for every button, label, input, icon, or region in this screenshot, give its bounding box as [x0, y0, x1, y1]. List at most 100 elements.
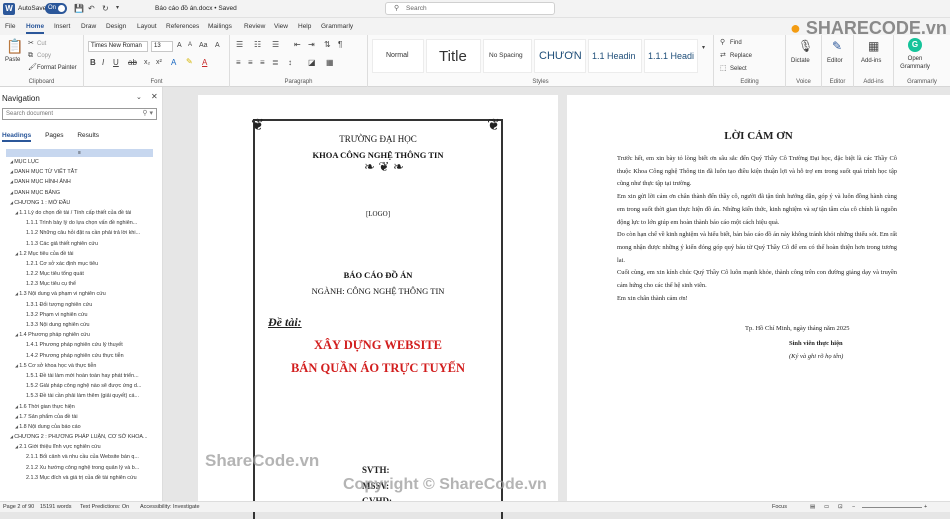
multilevel-list-icon[interactable]: ☰	[272, 41, 279, 49]
zoom-in-icon[interactable]: +	[924, 504, 927, 510]
addins-icon[interactable]: ▦	[868, 40, 879, 52]
line-spacing-icon[interactable]: ↕	[288, 59, 292, 67]
find-icon[interactable]: ⚲	[720, 39, 725, 46]
tab-headings[interactable]: Headings	[2, 132, 32, 142]
dictate-button[interactable]: Dictate	[791, 58, 810, 64]
nav-heading-item[interactable]: 1.5.2 Giải pháp công nghệ nào sẽ được ứn…	[0, 381, 160, 391]
copy-icon[interactable]: ⧉	[28, 52, 33, 59]
nav-heading-item[interactable]: 1.1.3 Các giả thiết nghiên cứu	[0, 239, 160, 249]
select-icon[interactable]: ⬚	[720, 65, 727, 72]
styles-expand-icon[interactable]: ▾	[702, 45, 705, 51]
replace-icon[interactable]: ⇄	[720, 52, 726, 59]
style-normal[interactable]: Normal	[372, 39, 424, 73]
nav-heading-item[interactable]: 1.3 Nội dung và phạm vi nghiên cứu	[0, 289, 160, 299]
open-grammarly-button[interactable]: Open Grammarly	[894, 55, 936, 71]
print-layout-icon[interactable]: ▭	[824, 504, 829, 510]
italic-icon[interactable]: I	[102, 59, 104, 67]
text-predictions[interactable]: Text Predictions: On	[80, 504, 129, 510]
nav-heading-item[interactable]: 1.3.1 Đối tượng nghiên cứu	[0, 300, 160, 310]
nav-heading-item[interactable]: 1.8 Nội dung của báo cáo	[0, 422, 160, 432]
font-size-select[interactable]: 13	[151, 41, 173, 52]
shading-icon[interactable]: ◪	[308, 59, 316, 67]
nav-heading-item[interactable]: 1.4 Phương pháp nghiên cứu	[0, 330, 160, 340]
search-box[interactable]: ⚲ Search	[385, 2, 555, 15]
bullets-icon[interactable]: ☰	[236, 41, 243, 49]
autosave-toggle[interactable]: On	[45, 3, 67, 14]
close-icon[interactable]: ✕	[151, 93, 158, 101]
find-button[interactable]: Find	[730, 40, 742, 46]
dictate-icon[interactable]: 🎙	[798, 40, 813, 52]
nav-heading-item[interactable]: 2.1.1 Bối cảnh và nhu cầu của Website bá…	[0, 452, 160, 462]
font-color-icon[interactable]: A	[202, 59, 207, 67]
select-button[interactable]: Select	[730, 66, 747, 72]
cut-icon[interactable]: ✂	[28, 40, 34, 47]
underline-icon[interactable]: U	[113, 59, 119, 67]
nav-heading-item[interactable]: 1.4.2 Phương pháp nghiên cứu thực tiễn	[0, 351, 160, 361]
tab-file[interactable]: File	[5, 23, 15, 30]
nav-heading-item[interactable]: 2.1.2 Xu hướng công nghệ trong quản lý v…	[0, 463, 160, 473]
nav-heading-item[interactable]: CHƯƠNG 2 : PHƯƠNG PHÁP LUẬN, CƠ SỞ KHOA.…	[0, 432, 160, 442]
tab-view[interactable]: View	[274, 23, 288, 30]
text-effects-icon[interactable]: A	[171, 59, 176, 67]
redo-icon[interactable]: ↻	[102, 4, 109, 13]
paste-icon[interactable]: 📋	[6, 39, 23, 53]
style-heading-3[interactable]: 1.1.1 Headi	[644, 39, 698, 73]
tab-layout[interactable]: Layout	[137, 23, 157, 30]
selected-heading[interactable]: ≡	[6, 149, 153, 157]
change-case-icon[interactable]: Aa	[199, 42, 208, 49]
nav-heading-item[interactable]: 1.5.1 Đề tài làm mới hoàn toàn hay phát …	[0, 371, 160, 381]
tab-pages[interactable]: Pages	[45, 132, 63, 139]
search-icon[interactable]: ⚲ ▾	[142, 109, 153, 119]
font-name-select[interactable]: Times New Roman	[88, 41, 148, 52]
nav-heading-item[interactable]: 2.1.3 Mục đích và giá trị của đề tài ngh…	[0, 473, 160, 483]
undo-icon[interactable]: ↶	[88, 4, 95, 13]
accessibility-status[interactable]: Accessibility: Investigate	[140, 504, 200, 510]
nav-heading-item[interactable]: DANH MỤC BẢNG	[0, 188, 160, 198]
replace-button[interactable]: Replace	[730, 53, 752, 59]
search-document-input[interactable]: Search document ⚲ ▾	[2, 108, 157, 120]
format-painter-icon[interactable]: 🖌	[28, 64, 37, 71]
decrease-indent-icon[interactable]: ⇤	[294, 41, 301, 49]
numbering-icon[interactable]: ☷	[254, 41, 261, 49]
align-center-icon[interactable]: ≡	[248, 59, 253, 67]
paste-button[interactable]: Paste	[5, 57, 20, 63]
highlight-icon[interactable]: ✎	[186, 58, 193, 66]
nav-heading-item[interactable]: DANH MỤC TỪ VIẾT TẮT	[0, 167, 160, 177]
align-right-icon[interactable]: ≡	[260, 59, 265, 67]
nav-heading-item[interactable]: DANH MỤC HÌNH ẢNH	[0, 177, 160, 187]
nav-heading-item[interactable]: 2.1 Giới thiệu lĩnh vực nghiên cứu	[0, 442, 160, 452]
copy-button[interactable]: Copy	[37, 53, 51, 59]
tab-design[interactable]: Design	[106, 23, 126, 30]
clear-format-icon[interactable]: A	[215, 42, 220, 49]
zoom-out-icon[interactable]: −	[852, 504, 855, 510]
increase-indent-icon[interactable]: ⇥	[308, 41, 315, 49]
nav-options-icon[interactable]: ⌄	[136, 94, 142, 101]
nav-heading-item[interactable]: 1.6 Thời gian thực hiện	[0, 402, 160, 412]
tab-grammarly[interactable]: Grammarly	[321, 23, 353, 30]
page-count[interactable]: Page 2 of 90	[3, 504, 34, 510]
addins-button[interactable]: Add-ins	[861, 58, 881, 64]
shrink-font-icon[interactable]: A	[188, 42, 192, 48]
zoom-slider[interactable]	[862, 507, 922, 508]
justify-icon[interactable]: ≣	[272, 59, 279, 67]
tab-draw[interactable]: Draw	[81, 23, 96, 30]
tab-help[interactable]: Help	[298, 23, 311, 30]
format-painter-button[interactable]: Format Painter	[37, 65, 77, 71]
nav-heading-item[interactable]: CHƯƠNG 1 : MỞ ĐẦU	[0, 198, 160, 208]
nav-heading-item[interactable]: 1.2.2 Mục tiêu tổng quát	[0, 269, 160, 279]
style-title[interactable]: Title	[426, 39, 481, 73]
editor-icon[interactable]: ✎	[832, 40, 842, 52]
borders-icon[interactable]: ▦	[326, 59, 334, 67]
nav-heading-item[interactable]: 1.2 Mục tiêu của đề tài	[0, 249, 160, 259]
sort-icon[interactable]: ⇅	[324, 41, 331, 49]
grow-font-icon[interactable]: A	[177, 42, 182, 49]
tab-results[interactable]: Results	[77, 132, 99, 139]
cut-button[interactable]: Cut	[37, 41, 46, 47]
read-mode-icon[interactable]: ▤	[810, 504, 815, 510]
nav-heading-item[interactable]: 1.1.1 Trình bày lý do lựa chọn vấn đề ng…	[0, 218, 160, 228]
subscript-icon[interactable]: x₂	[144, 59, 150, 66]
nav-heading-item[interactable]: 1.7 Sản phẩm của đề tài	[0, 412, 160, 422]
nav-heading-item[interactable]: 1.5.3 Đề tài cần phải làm thêm (giải quy…	[0, 391, 160, 401]
show-marks-icon[interactable]: ¶	[338, 41, 342, 49]
customize-icon[interactable]: ▾	[116, 4, 119, 11]
